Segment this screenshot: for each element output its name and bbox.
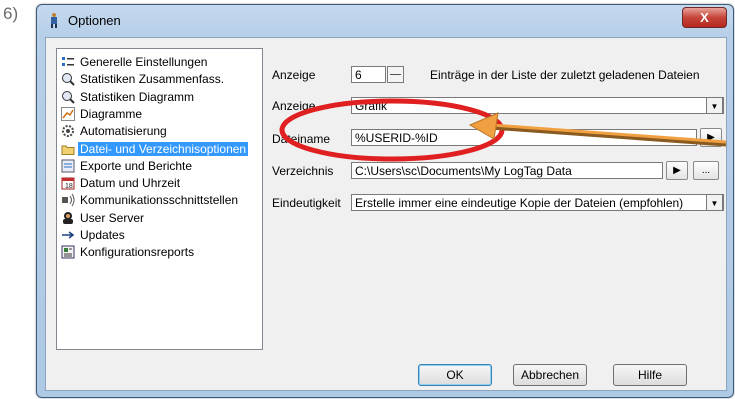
display-mode-select[interactable]: Grafik [351,97,724,114]
window-title: Optionen [68,13,121,28]
tree-item-label: Updates [80,227,125,242]
chevron-down-icon[interactable]: ▼ [706,97,723,114]
tree-item-konfigurationsreports[interactable]: Konfigurationsreports [61,243,194,260]
tree-item-updates[interactable]: Updates [61,226,125,243]
tree-item-label: Datum und Uhrzeit [80,175,181,190]
export-icon [61,159,75,173]
title-bar: Optionen X [37,5,733,37]
eindeutigkeit-label: Eindeutigkeit [272,196,341,210]
user-server-icon [61,211,75,225]
chevron-down-icon[interactable]: ▼ [706,194,723,211]
calendar-icon: 18 [61,176,75,190]
step-number: 6) [3,4,19,23]
svg-text:18: 18 [65,183,73,190]
gear-icon [61,124,75,138]
tree-item-diagramme[interactable]: Diagramme [61,105,142,122]
dialog-client-area: Generelle Einstellungen Statistiken Zusa… [45,37,727,391]
directory-insert-button[interactable]: ▶ [666,161,688,180]
recent-files-count-field[interactable]: 6 [351,66,386,83]
settings-list-icon [61,55,75,69]
tree-item-exporte-und-berichte[interactable]: Exporte und Berichte [61,157,192,174]
dateiname-label: Dateiname [272,132,331,146]
close-button[interactable]: X [682,7,727,28]
filename-insert-button[interactable]: ▶ [700,128,722,147]
recent-files-count-stepper[interactable] [387,66,404,83]
magnifier-icon [61,72,75,86]
tree-item-label: Datei- und Verzeichnisoptionen [78,141,249,156]
tree-item-label: Exporte und Berichte [80,158,193,173]
tree-item-automatisierung[interactable]: Automatisierung [61,122,167,139]
tree-item-label: Diagramme [80,106,143,121]
help-button[interactable]: Hilfe [613,364,687,386]
options-category-tree: Generelle Einstellungen Statistiken Zusa… [56,48,263,350]
tree-item-statistiken-diagramm[interactable]: Statistiken Diagramm [61,88,194,105]
filename-pattern-field[interactable]: %USERID-%ID [351,129,697,146]
magnifier-icon [61,90,75,104]
tree-item-generelle-einstellungen[interactable]: Generelle Einstellungen [61,53,207,70]
uniqueness-select[interactable]: Erstelle immer eine eindeutige Kopie der… [351,194,724,211]
tree-item-label: Konfigurationsreports [80,244,195,259]
folder-icon [61,142,75,156]
tree-item-datum-und-uhrzeit[interactable]: 18 Datum und Uhrzeit [61,174,180,191]
cancel-button[interactable]: Abbrechen [513,364,587,386]
ok-button[interactable]: OK [418,364,492,386]
tree-item-label: Kommunikationsschnittstellen [80,192,239,207]
anzeige-display-label: Anzeige [272,99,316,113]
app-icon [51,13,57,28]
tree-item-user-server[interactable]: User Server [61,209,144,226]
tree-item-kommunikationsschnittstellen[interactable]: Kommunikationsschnittstellen [61,191,238,208]
line-chart-icon [61,106,75,121]
options-dialog: Optionen X Generelle Einstellungen Stati… [36,4,734,398]
report-icon [61,245,75,259]
arrow-right-icon [61,228,75,242]
browse-button[interactable]: ... [693,161,719,180]
recent-files-hint: Einträge in der Liste der zuletzt gelade… [430,68,700,82]
tree-item-label: Statistiken Diagramm [80,89,195,104]
tree-item-datei-und-verzeichnisoptionen[interactable]: Datei- und Verzeichnisoptionen [61,140,249,157]
anzeige-count-label: Anzeige [272,68,316,82]
tree-item-label: Statistiken Zusammenfass. [80,71,225,86]
network-icon [61,193,75,207]
tree-item-label: Automatisierung [80,123,167,138]
tree-item-statistiken-zusammenfass[interactable]: Statistiken Zusammenfass. [61,70,224,87]
directory-path-field[interactable]: C:\Users\sc\Documents\My LogTag Data [351,162,663,179]
verzeichnis-label: Verzeichnis [272,164,334,178]
tree-item-label: Generelle Einstellungen [80,54,208,69]
tree-item-label: User Server [80,210,145,225]
